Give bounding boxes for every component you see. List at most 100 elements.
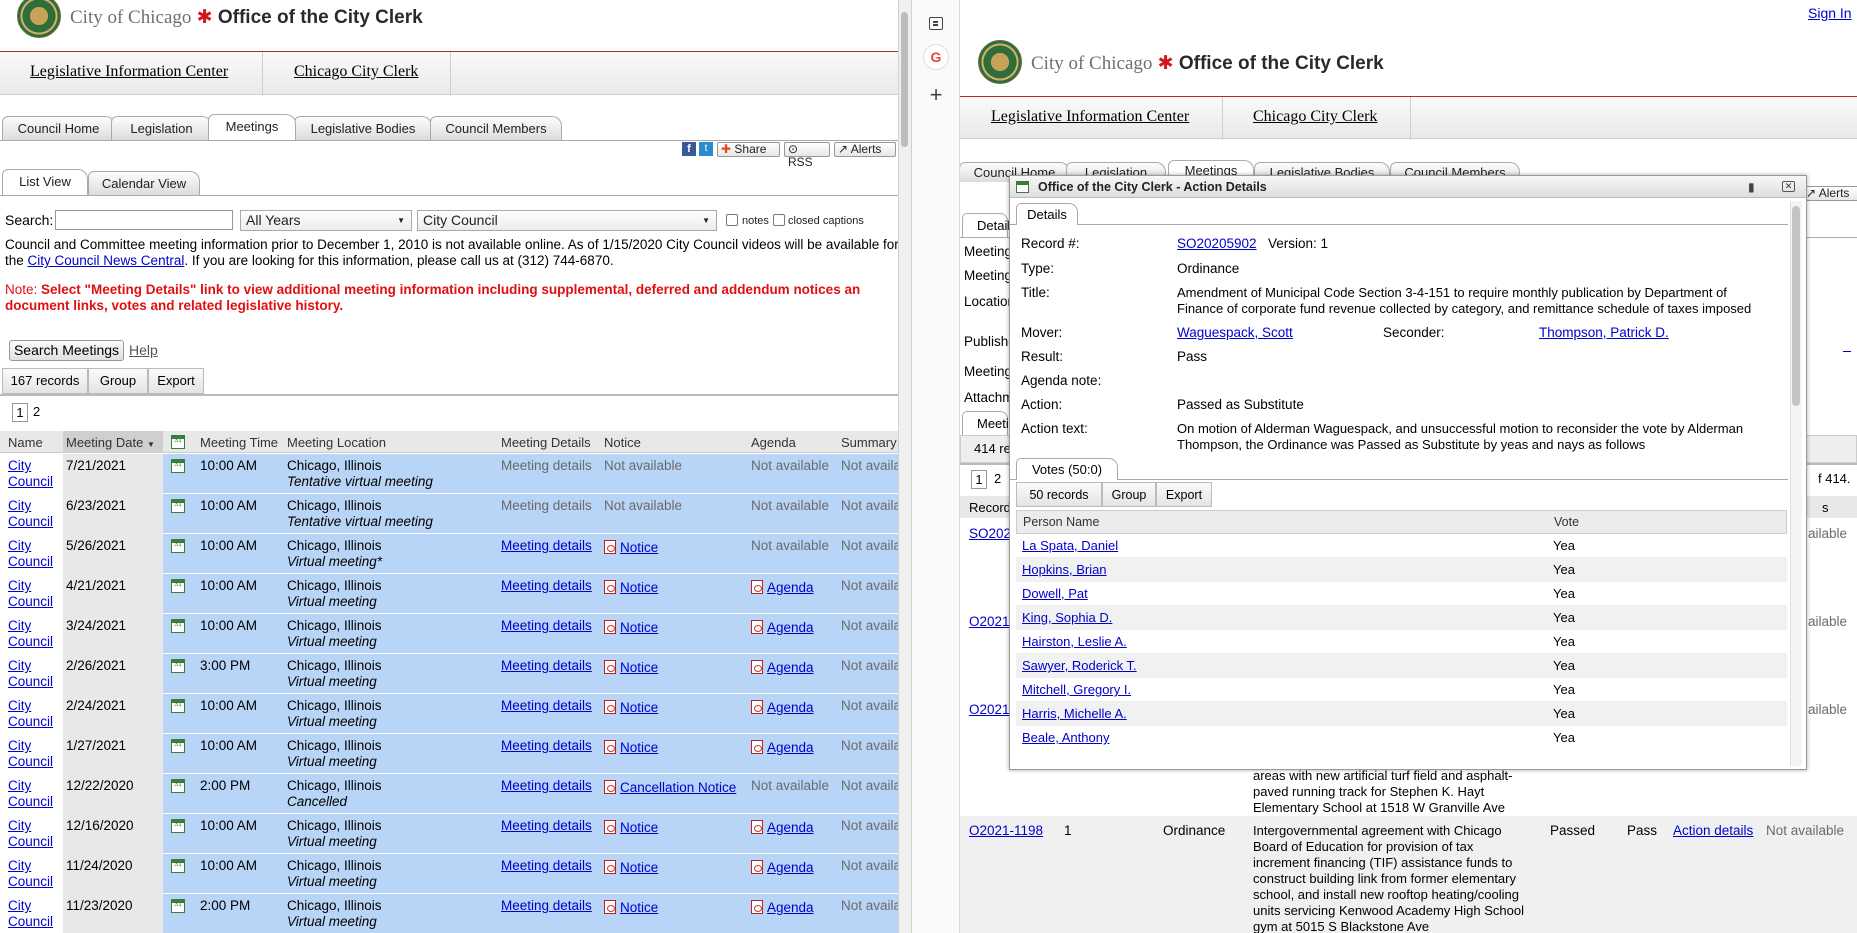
tab-legislation[interactable]: Legislation	[111, 116, 212, 140]
person-name-link[interactable]: Sawyer, Roderick T.	[1022, 658, 1137, 673]
panel-icon[interactable]	[929, 17, 943, 30]
body-name-link[interactable]: City	[8, 498, 31, 514]
meeting-details-link[interactable]: Meeting details	[501, 738, 592, 754]
add-to-calendar-icon[interactable]: 31	[171, 459, 185, 473]
nav-legislative-information-center[interactable]: Legislative Information Center	[30, 63, 228, 81]
sign-in-link[interactable]: Sign In	[1808, 5, 1852, 21]
notice-link[interactable]: Notice	[620, 540, 658, 555]
bg-row-file-link[interactable]: O2021-1198	[969, 823, 1043, 838]
dialog-scrollbar-thumb[interactable]	[1792, 206, 1800, 406]
notice-link[interactable]: Notice	[620, 660, 658, 675]
col-meeting-details[interactable]: Meeting Details	[501, 435, 591, 450]
dialog-titlebar[interactable]: Office of the City Clerk - Action Detail…	[1010, 176, 1806, 198]
body-name-link[interactable]: City	[8, 658, 31, 674]
mover-link[interactable]: Waguespack, Scott	[1177, 325, 1293, 341]
col-meeting-location[interactable]: Meeting Location	[287, 435, 386, 450]
person-name-link[interactable]: Mitchell, Gregory I.	[1022, 682, 1131, 697]
notice-link[interactable]: Notice	[620, 820, 658, 835]
body-name-link[interactable]: City	[8, 858, 31, 874]
add-to-calendar-icon[interactable]: 31	[171, 539, 185, 553]
dialog-tab-details[interactable]: Details	[1016, 203, 1078, 225]
tab-list-view[interactable]: List View	[2, 169, 88, 195]
body-name-link[interactable]: Council	[8, 754, 53, 770]
plus-icon[interactable]: +	[927, 84, 945, 106]
agenda-link[interactable]: Agenda	[767, 700, 814, 715]
bg-meeting-items-tab[interactable]: Meeti	[962, 411, 1009, 435]
city-council-news-central-link[interactable]: City Council News Central	[28, 253, 185, 268]
seconder-link[interactable]: Thompson, Patrick D.	[1539, 325, 1669, 341]
body-name-link[interactable]: Council	[8, 714, 53, 730]
col-person-name[interactable]: Person Name	[1023, 515, 1099, 529]
votes-export-button[interactable]: Export	[1156, 482, 1212, 507]
body-name-link[interactable]: Council	[8, 874, 53, 890]
closed-captions-checkbox[interactable]	[773, 214, 785, 226]
col-notice[interactable]: Notice	[604, 435, 641, 450]
col-meeting-date[interactable]: Meeting Date ▼	[63, 431, 163, 453]
tab-council-members[interactable]: Council Members	[430, 116, 562, 140]
meeting-details-link[interactable]: Meeting details	[501, 778, 592, 794]
agenda-link[interactable]: Agenda	[767, 900, 814, 915]
bg-link-fragment[interactable]	[1843, 338, 1851, 352]
body-name-link[interactable]: City	[8, 698, 31, 714]
group-button[interactable]: Group	[88, 368, 148, 394]
scrollbar-thumb[interactable]	[901, 12, 908, 147]
tab-meetings[interactable]: Meetings	[208, 114, 296, 140]
bg-row-action-details-link[interactable]: Action details	[1673, 823, 1753, 838]
add-to-calendar-icon[interactable]: 31	[171, 779, 185, 793]
nav-chicago-city-clerk[interactable]: Chicago City Clerk	[1253, 108, 1377, 126]
person-name-link[interactable]: La Spata, Daniel	[1022, 538, 1118, 553]
agenda-link[interactable]: Agenda	[767, 740, 814, 755]
votes-group-button[interactable]: Group	[1102, 482, 1156, 507]
body-name-link[interactable]: Council	[8, 514, 53, 530]
bg-page-2[interactable]: 2	[994, 471, 1001, 486]
person-name-link[interactable]: Dowell, Pat	[1022, 586, 1088, 601]
notes-checkbox[interactable]	[726, 214, 738, 226]
tab-legislative-bodies[interactable]: Legislative Bodies	[294, 116, 432, 140]
notice-link[interactable]: Notice	[620, 900, 658, 915]
bg-record-link[interactable]: O2021	[969, 702, 1010, 717]
body-name-link[interactable]: City	[8, 538, 31, 554]
notice-link[interactable]: Cancellation Notice	[620, 780, 736, 795]
body-name-link[interactable]: City	[8, 458, 31, 474]
search-input[interactable]	[55, 210, 233, 230]
twitter-icon[interactable]: t	[699, 142, 713, 156]
nav-legislative-information-center[interactable]: Legislative Information Center	[991, 108, 1189, 126]
year-select[interactable]: All Years	[240, 210, 412, 231]
add-to-calendar-icon[interactable]: 31	[171, 579, 185, 593]
nav-chicago-city-clerk[interactable]: Chicago City Clerk	[294, 63, 418, 81]
add-to-calendar-icon[interactable]: 31	[171, 819, 185, 833]
meeting-details-link[interactable]: Meeting details	[501, 618, 592, 634]
export-button[interactable]: Export	[148, 368, 204, 394]
record-number-link[interactable]: SO20205902	[1177, 236, 1257, 252]
person-name-link[interactable]: Hairston, Leslie A.	[1022, 634, 1127, 649]
agenda-link[interactable]: Agenda	[767, 620, 814, 635]
bg-record-link[interactable]: O2021	[969, 614, 1010, 629]
notice-link[interactable]: Notice	[620, 620, 658, 635]
body-name-link[interactable]: Council	[8, 834, 53, 850]
person-name-link[interactable]: Beale, Anthony	[1022, 730, 1109, 745]
body-name-link[interactable]: City	[8, 618, 31, 634]
meeting-details-link[interactable]: Meeting details	[501, 538, 592, 554]
votes-tab[interactable]: Votes (50:0)	[1016, 458, 1118, 480]
col-agenda[interactable]: Agenda	[751, 435, 796, 450]
add-to-calendar-icon[interactable]: 31	[171, 499, 185, 513]
body-name-link[interactable]: Council	[8, 674, 53, 690]
close-icon[interactable]: ✕	[1782, 181, 1795, 192]
body-name-link[interactable]: Council	[8, 634, 53, 650]
bg-record-link[interactable]: SO202	[969, 526, 1011, 541]
notice-link[interactable]: Notice	[620, 700, 658, 715]
body-name-link[interactable]: City	[8, 818, 31, 834]
body-name-link[interactable]: City	[8, 898, 31, 914]
col-vote[interactable]: Vote	[1554, 515, 1579, 529]
search-meetings-button[interactable]: Search Meetings	[9, 340, 124, 361]
add-to-calendar-icon[interactable]: 31	[171, 899, 185, 913]
page-2-link[interactable]: 2	[33, 404, 40, 419]
agenda-link[interactable]: Agenda	[767, 660, 814, 675]
body-name-link[interactable]: City	[8, 578, 31, 594]
meeting-details-link[interactable]: Meeting details	[501, 658, 592, 674]
help-link[interactable]: Help	[129, 342, 158, 358]
col-summary[interactable]: Summary	[841, 435, 897, 450]
body-name-link[interactable]: City	[8, 738, 31, 754]
pin-icon[interactable]: ▮	[1748, 180, 1755, 194]
meeting-details-link[interactable]: Meeting details	[501, 858, 592, 874]
